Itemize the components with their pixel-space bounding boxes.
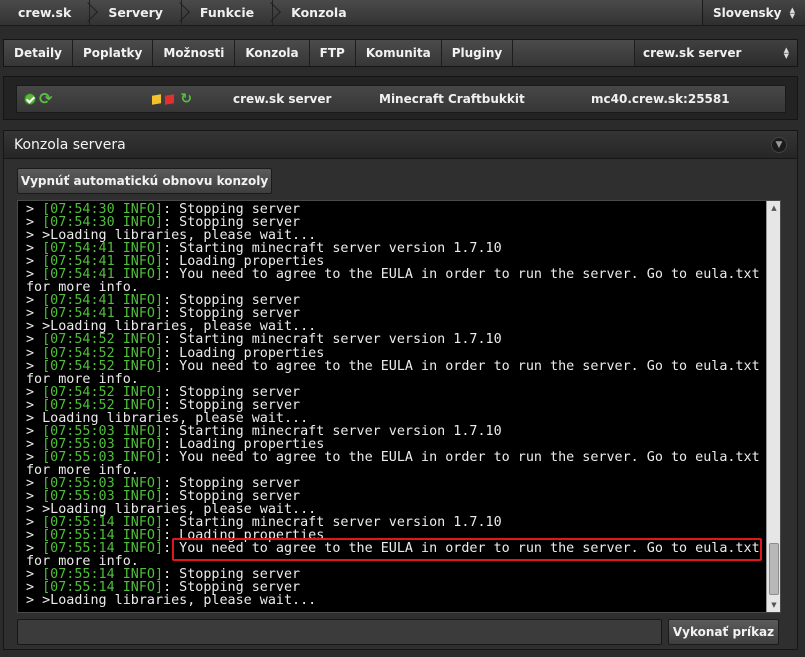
eula-highlight-box bbox=[172, 538, 762, 561]
language-select[interactable]: Slovensky ▲ ▼ bbox=[702, 0, 805, 25]
chevron-down-icon[interactable]: ▼ bbox=[771, 136, 787, 153]
console-panel: Konzola servera ▼ Vypnúť automatickú obn… bbox=[3, 130, 798, 650]
breadcrumb-item-funkcie[interactable]: Funkcie bbox=[182, 0, 282, 25]
server-select[interactable]: crew.sk server ▲ ▼ bbox=[635, 40, 797, 66]
breadcrumb-item-home[interactable]: crew.sk bbox=[0, 0, 99, 25]
scroll-up-icon[interactable]: ▲ bbox=[769, 203, 779, 213]
panel-header: Konzola servera ▼ bbox=[4, 131, 797, 159]
red-flag-icon[interactable] bbox=[165, 93, 175, 105]
tab-moznosti[interactable]: Možnosti bbox=[153, 40, 236, 66]
breadcrumb-label: Konzola bbox=[291, 5, 347, 20]
server-info-bar: ⟳ ↻ crew.sk server Minecraft Craftbukkit… bbox=[16, 85, 786, 113]
breadcrumb-item-konzola[interactable]: Konzola bbox=[273, 0, 365, 25]
scroll-down-icon[interactable]: ▼ bbox=[769, 600, 779, 610]
tab-komunita[interactable]: Komunita bbox=[356, 40, 442, 66]
console-output[interactable]: > [07:54:30 INFO]: Stopping server > [07:… bbox=[17, 200, 781, 613]
server-selected: crew.sk server bbox=[643, 46, 742, 60]
tab-spacer bbox=[513, 40, 635, 66]
updown-arrows-icon: ▲ ▼ bbox=[783, 46, 789, 60]
console-line-prefix: > >Loading libraries, please wait... bbox=[26, 593, 317, 609]
server-type: Minecraft Craftbukkit bbox=[379, 92, 525, 106]
tab-bar: Detaily Poplatky Možnosti Konzola FTP Ko… bbox=[0, 36, 805, 70]
server-address: mc40.crew.sk:25581 bbox=[591, 92, 730, 106]
server-info-row: ⟳ ↻ crew.sk server Minecraft Craftbukkit… bbox=[3, 76, 798, 120]
status-ok-icon bbox=[24, 93, 36, 105]
breadcrumb-label: Funkcie bbox=[199, 5, 255, 20]
tab-poplatky[interactable]: Poplatky bbox=[73, 40, 154, 66]
console-scrollbar[interactable]: ▲ ▼ bbox=[766, 201, 780, 612]
scroll-thumb[interactable] bbox=[769, 543, 779, 595]
tabs: Detaily Poplatky Možnosti Konzola FTP Ko… bbox=[3, 39, 798, 67]
restart-icon[interactable]: ↻ bbox=[180, 92, 192, 106]
command-input[interactable] bbox=[17, 619, 662, 645]
toggle-auto-refresh-button[interactable]: Vypnúť automatickú obnovu konzoly bbox=[17, 168, 272, 194]
updown-arrows-icon: ▲ ▼ bbox=[789, 5, 795, 20]
console-line: > >Loading libraries, please wait... bbox=[26, 594, 761, 607]
execute-command-button[interactable]: Vykonať príkaz bbox=[668, 619, 779, 645]
console-line-text: : You need to agree to the EULA in order… bbox=[163, 358, 760, 374]
tab-detaily[interactable]: Detaily bbox=[4, 40, 73, 66]
breadcrumb-item-servery[interactable]: Servery bbox=[90, 0, 190, 25]
refresh-icon[interactable]: ⟳ bbox=[39, 91, 52, 107]
breadcrumb-label: crew.sk bbox=[18, 5, 72, 20]
breadcrumb: crew.sk Servery Funkcie Konzola Slovensk… bbox=[0, 0, 805, 26]
breadcrumb-label: Servery bbox=[108, 5, 163, 20]
console-line-text: : You need to agree to the EULA in order… bbox=[163, 267, 760, 283]
tab-konzola[interactable]: Konzola bbox=[235, 40, 310, 66]
console-line-text: : You need to agree to the EULA in order… bbox=[163, 449, 760, 465]
tab-pluginy[interactable]: Pluginy bbox=[442, 40, 514, 66]
server-name: crew.sk server bbox=[233, 92, 332, 106]
yellow-flag-icon[interactable] bbox=[152, 93, 162, 105]
panel-title: Konzola servera bbox=[14, 136, 126, 153]
language-selected: Slovensky bbox=[713, 5, 782, 20]
tab-ftp[interactable]: FTP bbox=[310, 40, 356, 66]
